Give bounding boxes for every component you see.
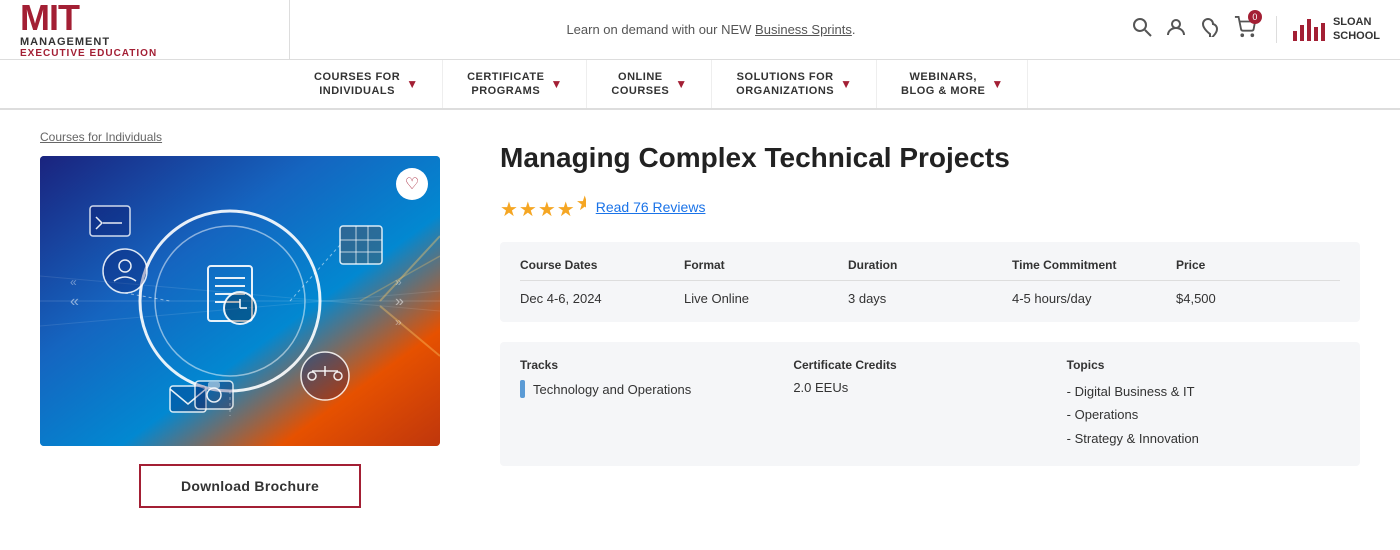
header-course-dates: Course Dates bbox=[520, 258, 684, 272]
mit-logo: MIT MANAGEMENT EXECUTIVE EDUCATION bbox=[20, 0, 157, 59]
meta-info-row: Tracks Technology and Operations Certifi… bbox=[500, 342, 1360, 466]
svg-text:»: » bbox=[395, 275, 402, 289]
table-data-row: Dec 4-6, 2024 Live Online 3 days 4-5 hou… bbox=[520, 291, 1340, 306]
credits-value: 2.0 EEUs bbox=[793, 380, 1066, 395]
svg-text:«: « bbox=[70, 275, 77, 289]
svg-text:»: » bbox=[395, 315, 402, 329]
track-item: Technology and Operations bbox=[520, 380, 793, 398]
nav-online-courses[interactable]: ONLINECOURSES ▼ bbox=[587, 60, 712, 108]
chevron-down-icon: ▼ bbox=[991, 77, 1003, 91]
nav-bar: COURSES FORINDIVIDUALS ▼ CERTIFICATEPROG… bbox=[0, 60, 1400, 110]
download-brochure-button[interactable]: Download Brochure bbox=[139, 464, 361, 508]
course-dates-value: Dec 4-6, 2024 bbox=[520, 291, 684, 306]
right-panel: Managing Complex Technical Projects ★★★★… bbox=[500, 130, 1360, 508]
header-icons: 0 bbox=[1132, 16, 1256, 43]
cart-icon[interactable]: 0 bbox=[1234, 16, 1256, 43]
breadcrumb: Courses for Individuals bbox=[40, 130, 460, 144]
header-format: Format bbox=[684, 258, 848, 272]
sloan-logo: SLOAN SCHOOL bbox=[1276, 16, 1380, 42]
course-info-table: Course Dates Format Duration Time Commit… bbox=[500, 242, 1360, 322]
topics-label: Topics bbox=[1067, 358, 1340, 372]
header-time-commitment: Time Commitment bbox=[1012, 258, 1176, 272]
logo-area: MIT MANAGEMENT EXECUTIVE EDUCATION bbox=[20, 0, 290, 60]
time-commitment-value: 4-5 hours/day bbox=[1012, 291, 1176, 306]
business-sprints-link[interactable]: Business Sprints bbox=[755, 22, 852, 37]
executive-text: EXECUTIVE EDUCATION bbox=[20, 49, 157, 59]
tracks-column: Tracks Technology and Operations bbox=[520, 358, 793, 450]
course-image: « « » » » ♡ bbox=[40, 156, 440, 446]
duration-value: 3 days bbox=[848, 291, 1012, 306]
star-rating: ★★★★★ bbox=[500, 191, 586, 222]
track-indicator bbox=[520, 380, 525, 398]
top-banner: MIT MANAGEMENT EXECUTIVE EDUCATION Learn… bbox=[0, 0, 1400, 60]
user-icon[interactable] bbox=[1166, 17, 1186, 42]
chevron-down-icon: ▼ bbox=[550, 77, 562, 91]
format-value: Live Online bbox=[684, 291, 848, 306]
cart-badge: 0 bbox=[1248, 10, 1262, 24]
chevron-down-icon: ▼ bbox=[840, 77, 852, 91]
topic-digital: - Digital Business & IT bbox=[1067, 380, 1340, 403]
nav-courses-individuals[interactable]: COURSES FORINDIVIDUALS ▼ bbox=[290, 60, 443, 108]
sloan-bars-icon bbox=[1293, 19, 1325, 41]
svg-text:»: » bbox=[395, 293, 404, 310]
price-value: $4,500 bbox=[1176, 291, 1340, 306]
credits-column: Certificate Credits 2.0 EEUs bbox=[793, 358, 1066, 450]
topic-strategy: - Strategy & Innovation bbox=[1067, 427, 1340, 450]
table-header: Course Dates Format Duration Time Commit… bbox=[520, 258, 1340, 281]
wishlist-button[interactable]: ♡ bbox=[396, 168, 428, 200]
nav-solutions-organizations[interactable]: SOLUTIONS FORORGANIZATIONS ▼ bbox=[712, 60, 877, 108]
nav-certificate-programs[interactable]: CERTIFICATEPROGRAMS ▼ bbox=[443, 60, 587, 108]
search-icon[interactable] bbox=[1132, 17, 1152, 42]
banner-announcement: Learn on demand with our NEW Business Sp… bbox=[290, 22, 1132, 37]
nav-webinars-blog[interactable]: WEBINARS,BLOG & MORE ▼ bbox=[877, 60, 1028, 108]
course-title: Managing Complex Technical Projects bbox=[500, 140, 1360, 175]
main-content: Courses for Individuals bbox=[0, 110, 1400, 528]
read-reviews-link[interactable]: Read 76 Reviews bbox=[596, 199, 706, 215]
track-value: Technology and Operations bbox=[533, 382, 691, 397]
wishlist-icon[interactable] bbox=[1200, 17, 1220, 42]
chevron-down-icon: ▼ bbox=[406, 77, 418, 91]
chevron-down-icon: ▼ bbox=[675, 77, 687, 91]
download-area: Download Brochure bbox=[40, 464, 460, 508]
header-duration: Duration bbox=[848, 258, 1012, 272]
mit-logo-text: MIT bbox=[20, 0, 157, 36]
header-price: Price bbox=[1176, 258, 1340, 272]
breadcrumb-link[interactable]: Courses for Individuals bbox=[40, 130, 162, 144]
topic-operations: - Operations bbox=[1067, 403, 1340, 426]
left-panel: Courses for Individuals bbox=[40, 130, 460, 508]
credits-label: Certificate Credits bbox=[793, 358, 1066, 372]
sloan-text: SLOAN SCHOOL bbox=[1333, 16, 1380, 42]
rating-row: ★★★★★ Read 76 Reviews bbox=[500, 191, 1360, 222]
tracks-label: Tracks bbox=[520, 358, 793, 372]
topics-column: Topics - Digital Business & IT - Operati… bbox=[1067, 358, 1340, 450]
svg-text:«: « bbox=[70, 293, 79, 310]
